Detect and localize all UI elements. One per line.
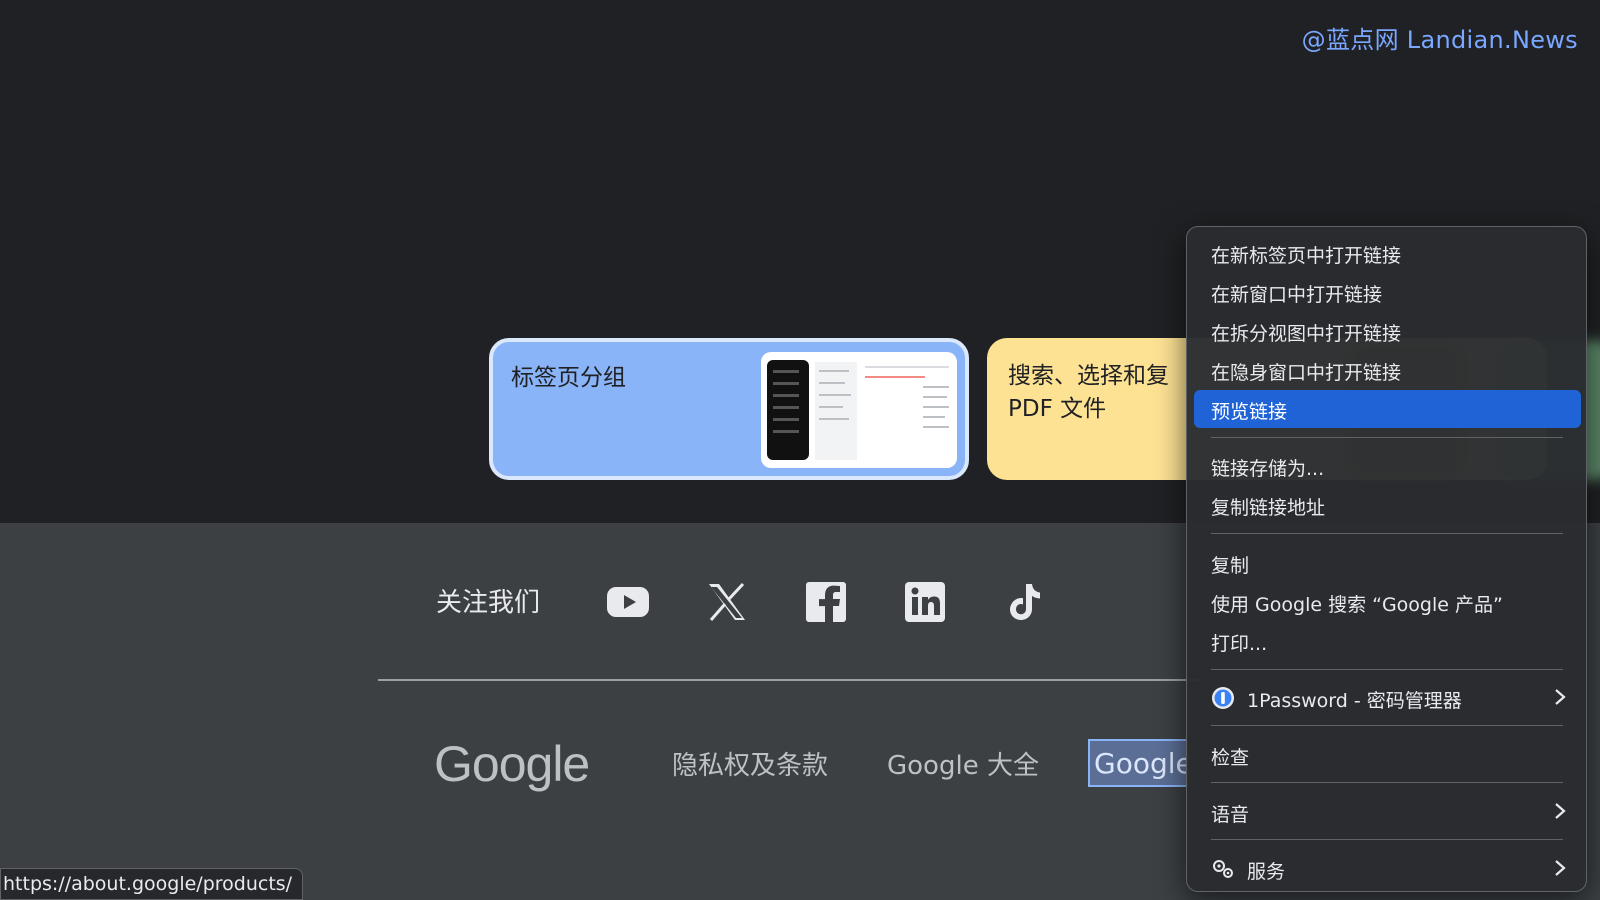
menu-separator	[1211, 782, 1563, 783]
1password-icon	[1212, 687, 1234, 709]
x-icon[interactable]	[703, 578, 751, 626]
footer-divider	[378, 679, 1198, 681]
menu-item-open-in-incognito[interactable]: 在隐身窗口中打开链接	[1194, 351, 1581, 389]
menu-item-inspect[interactable]: 检查	[1194, 736, 1581, 774]
menu-item-label: 链接存储为...	[1211, 458, 1325, 480]
feature-card-preview-image	[761, 352, 957, 468]
menu-item-label: 复制链接地址	[1211, 497, 1326, 519]
menu-separator	[1211, 839, 1563, 840]
menu-item-label: 服务	[1247, 861, 1286, 883]
footer-link-privacy-terms[interactable]: 隐私权及条款	[672, 745, 828, 782]
menu-item-copy[interactable]: 复制	[1194, 544, 1581, 582]
menu-item-label: 使用 Google 搜索 “Google 产品”	[1211, 594, 1503, 616]
menu-separator	[1211, 669, 1563, 670]
preview-pane	[815, 362, 857, 460]
chevron-right-icon	[1555, 803, 1566, 819]
menu-separator	[1211, 437, 1563, 438]
menu-item-open-in-split-view[interactable]: 在拆分视图中打开链接	[1194, 312, 1581, 350]
menu-item-label: 在拆分视图中打开链接	[1211, 323, 1402, 345]
feature-card-title: 搜索、选择和复 PDF 文件	[1008, 360, 1169, 426]
youtube-icon[interactable]	[604, 578, 652, 626]
menu-item-save-link-as[interactable]: 链接存储为...	[1194, 447, 1581, 485]
menu-item-services[interactable]: 服务	[1194, 850, 1581, 888]
menu-item-search-google[interactable]: 使用 Google 搜索 “Google 产品”	[1194, 583, 1581, 621]
menu-item-preview-link[interactable]: 预览链接	[1194, 390, 1581, 428]
menu-item-label: 语音	[1211, 804, 1250, 826]
menu-item-label: 在隐身窗口中打开链接	[1211, 362, 1402, 384]
menu-item-label: 1Password - 密码管理器	[1247, 690, 1462, 712]
menu-item-copy-link-address[interactable]: 复制链接地址	[1194, 486, 1581, 524]
feature-card-title-line2: PDF 文件	[1008, 396, 1107, 422]
chevron-right-icon	[1555, 689, 1566, 705]
menu-item-open-in-new-tab[interactable]: 在新标签页中打开链接	[1194, 234, 1581, 272]
menu-item-label: 在新标签页中打开链接	[1211, 245, 1402, 267]
phone-mockup	[767, 360, 809, 460]
menu-item-label: 检查	[1211, 747, 1250, 769]
context-menu: 在新标签页中打开链接 在新窗口中打开链接 在拆分视图中打开链接 在隐身窗口中打开…	[1186, 226, 1587, 892]
menu-item-1password[interactable]: 1Password - 密码管理器	[1194, 679, 1581, 717]
feature-card-title-line1: 搜索、选择和复	[1008, 363, 1169, 389]
menu-separator	[1211, 725, 1563, 726]
feature-card-tab-groups[interactable]: 标签页分组	[489, 338, 969, 480]
status-bar-url: https://about.google/products/	[0, 868, 304, 900]
footer-link-google-selected[interactable]: Google	[1088, 739, 1188, 787]
chevron-right-icon	[1555, 860, 1566, 876]
menu-item-label: 在新窗口中打开链接	[1211, 284, 1383, 306]
footer-link-google-products[interactable]: Google 大全	[887, 745, 1039, 782]
menu-item-print[interactable]: 打印...	[1194, 622, 1581, 660]
menu-separator	[1211, 533, 1563, 534]
services-gear-icon	[1213, 860, 1233, 878]
menu-item-speech[interactable]: 语音	[1194, 793, 1581, 831]
menu-item-label: 预览链接	[1211, 401, 1288, 423]
menu-item-label: 复制	[1211, 555, 1250, 577]
menu-item-open-in-new-window[interactable]: 在新窗口中打开链接	[1194, 273, 1581, 311]
menu-item-label: 打印...	[1211, 633, 1268, 655]
tiktok-icon[interactable]	[1000, 578, 1048, 626]
facebook-icon[interactable]	[802, 578, 850, 626]
feature-card-title: 标签页分组	[511, 365, 626, 391]
preview-browser	[861, 362, 953, 460]
watermark: @蓝点网 Landian.News	[1301, 26, 1578, 54]
linkedin-icon[interactable]	[901, 578, 949, 626]
google-logo[interactable]: Google	[434, 735, 590, 793]
follow-us-label: 关注我们	[436, 588, 541, 618]
